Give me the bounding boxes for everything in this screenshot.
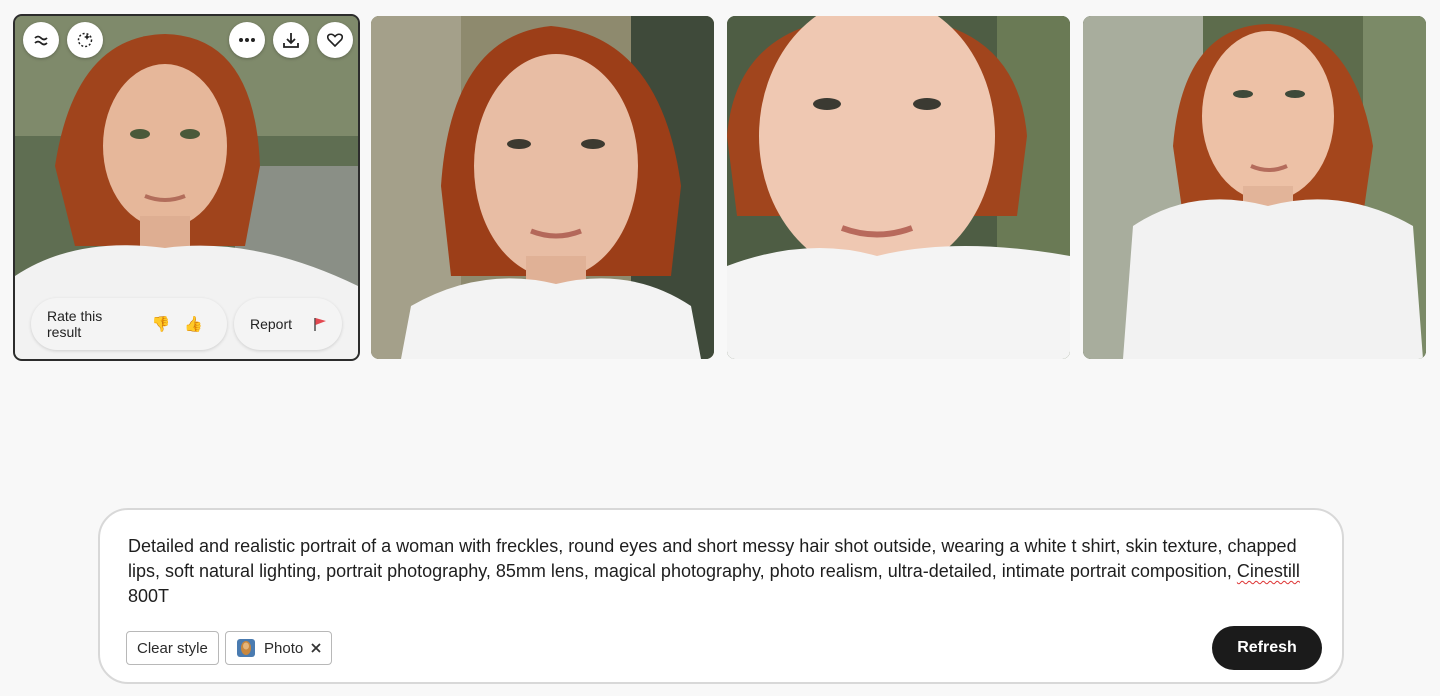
portrait-photo-4 xyxy=(1083,16,1426,359)
report-label: Report xyxy=(250,316,293,332)
result-image-1[interactable]: Rate this result 👎 👍 Report xyxy=(13,14,360,361)
report-button[interactable]: Report xyxy=(234,298,342,350)
clear-style-button[interactable]: Clear style xyxy=(126,631,219,665)
refresh-button[interactable]: Refresh xyxy=(1212,626,1322,670)
prompt-text-main: Detailed and realistic portrait of a wom… xyxy=(128,536,1297,581)
sparkle-select-icon[interactable] xyxy=(67,22,103,58)
rate-result-pill: Rate this result 👎 👍 xyxy=(31,298,227,350)
flag-icon xyxy=(312,316,328,332)
more-icon[interactable] xyxy=(229,22,265,58)
thumbs-up-icon[interactable]: 👍 xyxy=(184,315,203,333)
heart-icon[interactable] xyxy=(317,22,353,58)
remove-style-icon[interactable] xyxy=(311,643,321,653)
thumbs-down-icon[interactable]: 👎 xyxy=(152,315,171,333)
result-image-2[interactable] xyxy=(371,16,714,359)
result-image-3[interactable] xyxy=(727,16,1070,359)
refresh-label: Refresh xyxy=(1237,639,1297,656)
style-tag-photo: Photo xyxy=(225,631,333,665)
image-gallery: Rate this result 👎 👍 Report xyxy=(0,0,1440,380)
filter-icon[interactable] xyxy=(23,22,59,58)
style-tag-label: Photo xyxy=(264,639,304,657)
rate-result-label: Rate this result xyxy=(47,308,103,340)
prompt-text-tail: 800T xyxy=(128,586,170,606)
portrait-photo-3 xyxy=(727,16,1070,359)
prompt-text[interactable]: Detailed and realistic portrait of a wom… xyxy=(128,534,1328,609)
portrait-photo-2 xyxy=(371,16,714,359)
photo-style-icon xyxy=(236,638,256,658)
download-icon[interactable] xyxy=(273,22,309,58)
clear-style-label: Clear style xyxy=(137,639,208,657)
result-image-4[interactable] xyxy=(1083,16,1426,359)
prompt-text-misspelled: Cinestill xyxy=(1236,561,1300,581)
prompt-box[interactable]: Detailed and realistic portrait of a wom… xyxy=(98,508,1344,684)
